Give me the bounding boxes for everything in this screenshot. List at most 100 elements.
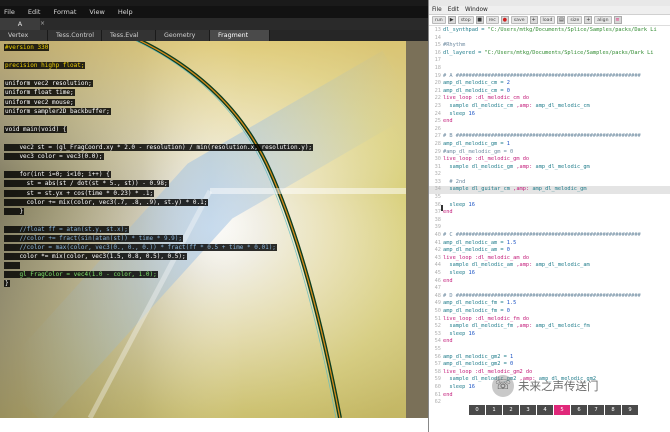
code-line: 19 # A ##################################… [429, 73, 670, 81]
code-token: sample dl_guitar_cm [443, 186, 514, 193]
code-token: 0 [506, 307, 510, 314]
code-token: sleep [443, 383, 469, 390]
code-line: 27 # B ##################################… [429, 133, 670, 141]
stop-button[interactable]: stop [457, 16, 474, 24]
load-icon[interactable]: ▤ [557, 16, 566, 24]
code-line: st = abs(st / dot(st * 5., st)) - 0.98; [4, 179, 384, 188]
code-token: "C:/Users/mtkg/Documents/Splice/Samples/… [484, 49, 654, 56]
code-token: color *= mix(color, vec3(1.5, 0.8, 0.5),… [4, 253, 187, 261]
desktop: File Edit Format View Help A × Vertex Tess.Co… [0, 0, 670, 432]
buffer-tab-7[interactable]: 7 [588, 405, 604, 415]
code-token: :dl_melodic_fm [474, 315, 523, 322]
code-token: st = abs(st / dot(st * 5., st)) - 0.98; [4, 180, 169, 188]
line-text: sample dl_guitar_cm ,amp: amp_dl_melodic… [443, 186, 586, 193]
code-token: uniform sampler2D backbuffer; [4, 107, 111, 115]
code-line: 44 sample dl_melodic_am ,amp: amp_dl_mel… [429, 262, 670, 270]
line-text: end [443, 118, 453, 124]
line-text: amp_dl_melodic_am = 1.5 [443, 240, 516, 246]
align-icon[interactable]: ≡ [613, 16, 622, 24]
code-line: 51 live_loop :dl_melodic_fm do [429, 316, 670, 324]
buffer-tab-6[interactable]: 6 [571, 405, 587, 415]
code-line: 49 amp_dl_melodic_fm = 1.5 [429, 300, 670, 308]
close-icon[interactable]: × [40, 18, 48, 30]
code-line: 36 sleep 16 [429, 202, 670, 210]
stop-icon[interactable]: ■ [475, 16, 484, 24]
line-text: amp_dl_melodic_am = 0 [443, 247, 510, 253]
tab-geometry[interactable]: Geometry [156, 30, 210, 41]
tab-vertex[interactable]: Vertex [0, 30, 48, 41]
code-token: uniform vec2 mouse; [4, 98, 75, 106]
load-button[interactable]: load [539, 16, 556, 24]
run-icon[interactable]: ▶ [447, 16, 456, 24]
line-text: # C ####################################… [443, 232, 641, 238]
code-token: live_loop [443, 254, 475, 261]
buffer-tabs: 0123456789 [469, 405, 639, 416]
line-number: 58 [434, 368, 441, 375]
rec-button[interactable]: rec [485, 16, 499, 24]
code-line: 48 # D ##################################… [429, 293, 670, 301]
menu-window[interactable]: Window [462, 7, 491, 13]
menu-file[interactable]: File [0, 8, 24, 16]
save-button[interactable]: save [510, 16, 528, 24]
code-token: amp_dl_melodic_gm2 = [443, 361, 510, 368]
buffer-tab-0[interactable]: 0 [469, 405, 485, 415]
tab-tess-control[interactable]: Tess.Control [48, 30, 102, 41]
buffer-tab-8[interactable]: 8 [605, 405, 621, 415]
watermark-text: 未来之声传送门 [518, 379, 599, 393]
save-icon[interactable]: + [529, 16, 538, 24]
menu-view[interactable]: View [85, 8, 113, 16]
line-text: sleep 16 [443, 384, 475, 390]
code-line: 57 amp_dl_melodic_gm2 = 0 [429, 361, 670, 369]
line-text: amp_dl_melodic_gm = 1 [443, 141, 510, 147]
code-line: vec3 color = vec3(0.0); [4, 152, 384, 161]
size-button[interactable]: size [567, 16, 583, 24]
menu-format[interactable]: Format [49, 8, 85, 16]
code-token: uniform float time; [4, 89, 75, 97]
code-line: 40 # C ##################################… [429, 232, 670, 240]
fragment-shader-code[interactable]: #version 330 precision highp float; unifor… [4, 43, 384, 289]
code-line: 15 #Rhythm [429, 42, 670, 50]
buffer-tab-2[interactable]: 2 [503, 405, 519, 415]
menu-edit[interactable]: Edit [445, 7, 462, 13]
tab-tess-eval[interactable]: Tess.Eval [102, 30, 156, 41]
buffer-tab-4[interactable]: 4 [537, 405, 553, 415]
buffer-tab-9[interactable]: 9 [622, 405, 638, 415]
code-token: live_loop [443, 95, 475, 102]
code-line: 33 # 2nd [429, 179, 670, 187]
line-number: 61 [434, 391, 441, 398]
code-line: 54 end [429, 338, 670, 346]
run-button[interactable]: run [432, 16, 446, 24]
tab-fragment[interactable]: Fragment [210, 30, 270, 41]
code-line: 35 [429, 194, 670, 202]
code-token: sample dl_melodic_am [443, 262, 517, 269]
line-text: dl_layered = "C:/Users/mtkg/Documents/Sp… [443, 50, 654, 56]
menu-help[interactable]: Help [114, 8, 142, 16]
code-token: #amp_dl_melodic_gm = 0 [443, 148, 514, 155]
code-token: vec2 st = (gl_FragCoord.xy * 2.0 - resol… [4, 144, 314, 152]
code-line: #version 330 [4, 43, 384, 52]
line-number: 46 [434, 277, 441, 284]
buffer-tab-3[interactable]: 3 [520, 405, 536, 415]
code-token: :dl_melodic_gm2 [474, 368, 526, 375]
align-button[interactable]: align [594, 16, 612, 24]
file-tab-a[interactable]: A [0, 18, 40, 30]
line-number: 42 [434, 247, 441, 254]
menu-file[interactable]: File [429, 7, 445, 13]
size-up-icon[interactable]: + [584, 16, 593, 24]
line-number: 13 [434, 27, 441, 33]
line-number: 44 [434, 262, 441, 269]
record-icon[interactable]: ● [500, 16, 509, 24]
buffer-tab-5[interactable]: 5 [554, 405, 570, 415]
buffer-tab-1[interactable]: 1 [486, 405, 502, 415]
line-number: 54 [434, 338, 441, 345]
line-text: # B ####################################… [443, 133, 641, 139]
line-text: # A ####################################… [443, 73, 641, 79]
menu-edit[interactable]: Edit [24, 8, 50, 16]
code-line: 43 live_loop :dl_melodic_am do [429, 255, 670, 263]
code-token: amp_dl_melodic_gm2 = [443, 353, 510, 360]
line-text: end [443, 392, 453, 398]
line-number: 35 [434, 194, 441, 201]
code-editor[interactable]: 13 dl_synthpad = "C:/Users/mtkg/Documents… [429, 27, 670, 405]
line-number: 49 [434, 300, 441, 307]
